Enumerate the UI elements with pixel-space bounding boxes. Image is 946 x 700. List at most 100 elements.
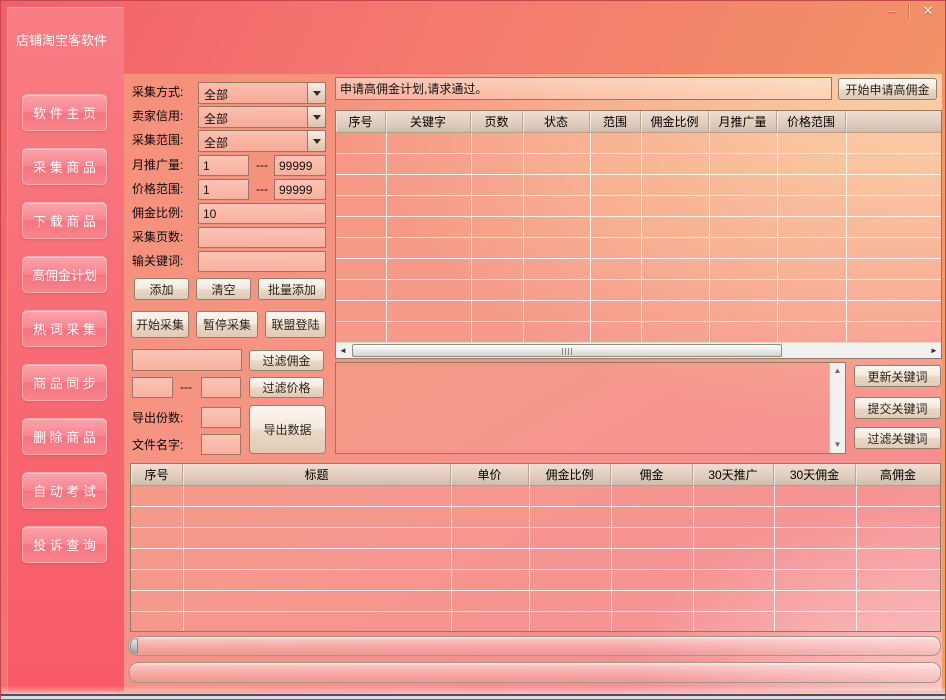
progress-chunk — [130, 638, 138, 654]
price-range-min-input[interactable] — [198, 179, 249, 200]
close-icon: ✕ — [923, 3, 934, 18]
sidebar-item-product-sync[interactable]: 商 品 同 步 — [22, 364, 107, 401]
minimize-button[interactable]: – — [877, 3, 907, 20]
filter-price-button[interactable]: 过滤价格 — [249, 377, 324, 398]
table-gridline — [523, 133, 524, 342]
monthly-promo-max-input[interactable] — [274, 155, 326, 176]
sidebar-item-high-commission[interactable]: 高佣金计划 — [22, 256, 107, 293]
sidebar-item-collect-products[interactable]: 采 集 商 品 — [22, 148, 107, 185]
commission-ratio-label: 佣金比例: — [132, 203, 183, 224]
collect-method-dropdown-button[interactable] — [307, 83, 325, 103]
table-gridline — [774, 486, 775, 631]
keyword-table-hscrollbar[interactable]: ◄ ► — [336, 342, 941, 358]
table-gridline — [856, 486, 857, 631]
scrollbar-grip-icon — [562, 348, 573, 355]
column-header[interactable]: 佣金 — [611, 464, 693, 485]
batch-add-button[interactable]: 批量添加 — [258, 278, 326, 300]
table-gridline — [641, 133, 642, 342]
chevron-down-icon — [313, 139, 321, 144]
file-name-input[interactable] — [201, 434, 241, 455]
column-header[interactable]: 标题 — [183, 464, 451, 485]
progress-bar-primary — [128, 636, 941, 656]
seller-credit-dropdown-button[interactable] — [307, 107, 325, 127]
price-filter-min-input[interactable] — [132, 377, 173, 398]
keyword-table-body[interactable] — [336, 133, 941, 342]
alliance-login-button[interactable]: 联盟登陆 — [265, 311, 326, 338]
table-gridline — [386, 133, 387, 342]
chevron-down-icon — [313, 91, 321, 96]
keyword-listbox[interactable]: ▲ ▼ — [335, 362, 846, 454]
column-header[interactable]: 序号 — [336, 111, 386, 132]
export-data-button[interactable]: 导出数据 — [249, 405, 326, 454]
price-filter-max-input[interactable] — [201, 377, 241, 398]
seller-credit-value: 全部 — [199, 107, 307, 127]
column-header[interactable]: 高佣金 — [856, 464, 940, 485]
product-table-body[interactable] — [131, 486, 940, 631]
table-gridline — [846, 133, 847, 342]
table-gridline — [451, 486, 452, 631]
arrow-left-icon[interactable]: ◄ — [336, 343, 350, 358]
column-header[interactable]: 30天推广 — [693, 464, 774, 485]
collect-scope-dropdown-button[interactable] — [307, 131, 325, 151]
sidebar-item-home[interactable]: 软 件 主 页 — [22, 94, 107, 131]
frame-bottom-light-line — [1, 696, 945, 699]
table-gridline — [529, 486, 530, 631]
clear-button[interactable]: 清空 — [196, 278, 251, 300]
export-count-label: 导出份数: — [132, 408, 183, 429]
pause-collect-button[interactable]: 暂停采集 — [196, 311, 258, 338]
export-count-input[interactable] — [201, 407, 241, 428]
sidebar-item-delete-products[interactable]: 删 除 商 品 — [22, 418, 107, 455]
filter-keywords-button[interactable]: 过滤关键词 — [854, 427, 941, 449]
seller-credit-select[interactable]: 全部 — [198, 106, 326, 128]
table-gridline — [611, 486, 612, 631]
commission-ratio-input[interactable] — [198, 203, 326, 224]
collect-pages-input[interactable] — [198, 227, 326, 248]
column-header[interactable]: 序号 — [131, 464, 183, 485]
sidebar-item-auto-exam[interactable]: 自 动 考 试 — [22, 472, 107, 509]
column-header[interactable]: 范围 — [590, 111, 641, 132]
keyword-table: 序号 关键字 页数 状态 范围 佣金比例 月推广量 价格范围 ◄ ► — [335, 110, 942, 359]
arrow-right-icon[interactable]: ► — [927, 343, 941, 358]
start-collect-button[interactable]: 开始采集 — [131, 311, 189, 338]
collect-method-select[interactable]: 全部 — [198, 82, 326, 104]
price-filter-separator: --- — [175, 377, 197, 398]
column-header[interactable]: 佣金比例 — [529, 464, 611, 485]
column-header[interactable]: 30天佣金 — [774, 464, 856, 485]
sidebar-item-download-products[interactable]: 下 载 商 品 — [22, 202, 107, 239]
close-button[interactable]: ✕ — [913, 3, 943, 20]
sidebar-item-complaint-query[interactable]: 投 诉 查 询 — [22, 526, 107, 563]
frame-bottom-glow — [1, 686, 945, 694]
monthly-promo-min-input[interactable] — [198, 155, 249, 176]
collect-scope-value: 全部 — [199, 131, 307, 151]
column-header[interactable]: 佣金比例 — [641, 111, 709, 132]
column-header[interactable]: 关键字 — [386, 111, 471, 132]
sidebar-item-hot-words[interactable]: 热 词 采 集 — [22, 310, 107, 347]
column-header[interactable]: 价格范围 — [777, 111, 846, 132]
apply-high-commission-button[interactable]: 开始申请高佣金 — [838, 78, 937, 100]
commission-filter-input[interactable] — [132, 349, 242, 371]
high-commission-message-input[interactable] — [335, 77, 832, 100]
column-header[interactable]: 单价 — [451, 464, 529, 485]
column-header[interactable]: 页数 — [471, 111, 523, 132]
arrow-up-icon[interactable]: ▲ — [830, 364, 845, 378]
price-range-max-input[interactable] — [274, 179, 326, 200]
add-button[interactable]: 添加 — [134, 278, 189, 300]
price-range-separator: --- — [252, 179, 272, 200]
filter-commission-button[interactable]: 过滤佣金 — [249, 350, 324, 371]
column-header[interactable]: 状态 — [523, 111, 590, 132]
table-gridline — [183, 486, 184, 631]
update-keywords-button[interactable]: 更新关键词 — [854, 365, 941, 387]
monthly-promo-separator: --- — [252, 155, 272, 176]
input-keyword-input[interactable] — [198, 251, 326, 272]
submit-keywords-button[interactable]: 提交关键词 — [854, 397, 941, 419]
column-header[interactable]: 月推广量 — [709, 111, 777, 132]
table-gridline — [471, 133, 472, 342]
keyword-listbox-vscrollbar[interactable]: ▲ ▼ — [829, 363, 845, 453]
minimize-icon: – — [888, 3, 895, 18]
arrow-down-icon[interactable]: ▼ — [830, 438, 845, 452]
collect-scope-select[interactable]: 全部 — [198, 130, 326, 152]
progress-bar-secondary — [129, 662, 941, 683]
hscrollbar-thumb[interactable] — [352, 344, 782, 357]
app-title: 店铺淘宝客软件 — [16, 30, 107, 49]
collect-method-value: 全部 — [199, 83, 307, 103]
